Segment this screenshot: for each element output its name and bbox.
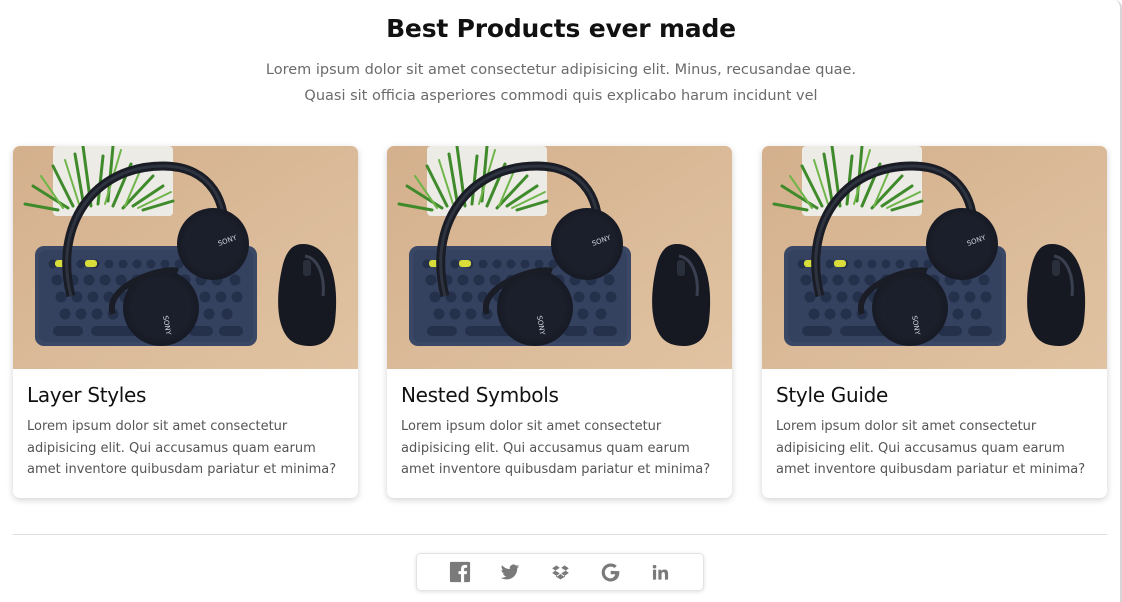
- card-title[interactable]: Style Guide: [776, 383, 1093, 407]
- product-image: [387, 146, 732, 369]
- product-card[interactable]: Style Guide Lorem ipsum dolor sit amet c…: [762, 146, 1107, 498]
- subtitle-line-1: Lorem ipsum dolor sit amet consectetur a…: [265, 62, 857, 78]
- dropbox-icon[interactable]: [546, 558, 574, 586]
- card-body: Layer Styles Lorem ipsum dolor sit amet …: [13, 369, 358, 481]
- card-description: Lorem ipsum dolor sit amet consectetur a…: [776, 419, 1086, 477]
- social-links-bar: [416, 553, 704, 591]
- card-title[interactable]: Nested Symbols: [401, 383, 718, 407]
- subtitle-line-2: Quasi sit officia asperiores commodi qui…: [304, 88, 818, 104]
- footer-divider: [13, 534, 1107, 535]
- section-header: Best Products ever made Lorem ipsum dolo…: [0, 14, 1122, 109]
- linkedin-icon[interactable]: [646, 558, 674, 586]
- product-cards: Layer Styles Lorem ipsum dolor sit amet …: [13, 146, 1107, 498]
- card-description: Lorem ipsum dolor sit amet consectetur a…: [401, 419, 711, 477]
- product-card[interactable]: Nested Symbols Lorem ipsum dolor sit ame…: [387, 146, 732, 498]
- product-image: [13, 146, 358, 369]
- facebook-icon[interactable]: [446, 558, 474, 586]
- page-title: Best Products ever made: [386, 14, 736, 43]
- product-card[interactable]: Layer Styles Lorem ipsum dolor sit amet …: [13, 146, 358, 498]
- google-icon[interactable]: [596, 558, 624, 586]
- card-description: Lorem ipsum dolor sit amet consectetur a…: [27, 419, 337, 477]
- card-body: Nested Symbols Lorem ipsum dolor sit ame…: [387, 369, 732, 481]
- twitter-icon[interactable]: [496, 558, 524, 586]
- product-image: [762, 146, 1107, 369]
- card-body: Style Guide Lorem ipsum dolor sit amet c…: [762, 369, 1107, 481]
- card-title[interactable]: Layer Styles: [27, 383, 344, 407]
- page-subtitle: Lorem ipsum dolor sit amet consectetur a…: [0, 57, 1122, 109]
